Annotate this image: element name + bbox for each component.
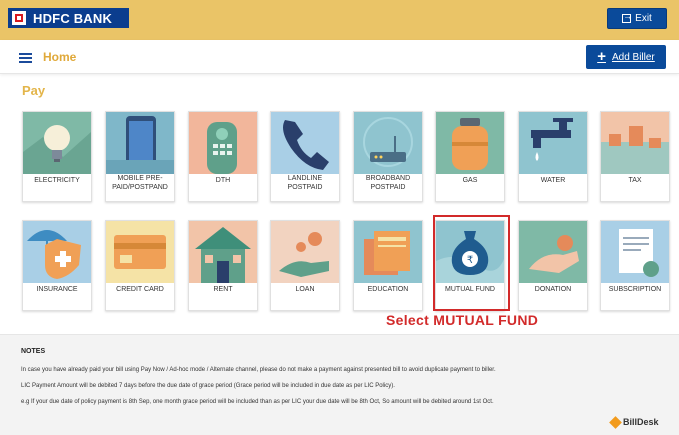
umbrella-shield-icon: [23, 221, 91, 283]
plus-icon: +: [597, 48, 606, 65]
biller-tile-label: TAX: [601, 176, 669, 185]
exit-label: Exit: [635, 13, 652, 24]
billdesk-brand: BillDesk: [623, 417, 659, 427]
credit-card-icon: [106, 221, 174, 283]
biller-tile-label-line: POSTPAID: [370, 184, 406, 191]
biller-tile[interactable]: DONATION: [518, 220, 588, 311]
section-title: Pay: [22, 83, 46, 98]
exit-icon: [622, 11, 632, 23]
gas-cylinder-icon: [436, 112, 504, 174]
biller-tile-label: LOAN: [271, 285, 339, 294]
biller-tile-label: WATER: [519, 176, 587, 185]
router-icon: [354, 112, 422, 174]
biller-tile-label-line: DONATION: [534, 286, 572, 293]
biller-tile-label-line: MOBILE PRE-: [117, 175, 163, 182]
tax-icon: [601, 112, 669, 174]
page-title: Home: [43, 50, 77, 64]
biller-tile-label-line: PAID/POSTPAND: [112, 184, 168, 191]
note-line: In case you have already paid your bill …: [21, 367, 496, 373]
biller-tile-label-line: SUBSCRIPTION: [608, 286, 662, 293]
biller-tile-label: MOBILE PRE- PAID/POSTPAND: [106, 174, 174, 192]
mutual-fund-highlight-box: [433, 215, 510, 311]
biller-tile[interactable]: WATER: [518, 111, 588, 202]
donation-hand-icon: [519, 221, 587, 283]
biller-tile-label-line: BROADBAND: [365, 175, 411, 182]
biller-tile-label: DONATION: [519, 285, 587, 294]
biller-tile[interactable]: ELECTRICITY: [22, 111, 92, 202]
annotation-text: Select MUTUAL FUND: [386, 312, 539, 328]
biller-tile[interactable]: GAS: [435, 111, 505, 202]
biller-tile-label: RENT: [189, 285, 257, 294]
biller-tile[interactable]: MOBILE PRE- PAID/POSTPAND: [105, 111, 175, 202]
hdfc-logo[interactable]: HDFC BANK: [8, 8, 129, 28]
biller-tile-label: INSURANCE: [23, 285, 91, 294]
biller-tile[interactable]: TAX: [600, 111, 670, 202]
house-icon: [189, 221, 257, 283]
note-line: e.g If your due date of policy payment i…: [21, 399, 494, 405]
biller-tile[interactable]: INSURANCE: [22, 220, 92, 311]
biller-tile-label: CREDIT CARD: [106, 285, 174, 294]
biller-tile-label: LANDLINE POSTPAID: [271, 174, 339, 192]
menu-icon[interactable]: [19, 53, 32, 63]
biller-tile[interactable]: SUBSCRIPTION: [600, 220, 670, 311]
biller-tile-label-line: LANDLINE: [287, 175, 323, 182]
biller-tile-label-line: RENT: [213, 286, 233, 293]
bank-name: HDFC BANK: [33, 10, 113, 26]
biller-tile[interactable]: CREDIT CARD: [105, 220, 175, 311]
biller-tile-label: SUBSCRIPTION: [601, 285, 669, 294]
biller-tile[interactable]: DTH: [188, 111, 258, 202]
biller-tile-label-line: INSURANCE: [36, 286, 78, 293]
notes-title: NOTES: [21, 348, 46, 355]
biller-tile-label-line: EDUCATION: [367, 286, 409, 293]
biller-tile-label-line: CREDIT CARD: [116, 286, 164, 293]
billdesk-icon: [609, 415, 622, 429]
telephone-icon: [271, 112, 339, 174]
biller-tile[interactable]: BROADBAND POSTPAID: [353, 111, 423, 202]
biller-tile-label-line: POSTPAID: [287, 184, 323, 191]
notes-panel: NOTES In case you have already paid your…: [0, 334, 679, 435]
coins-hand-icon: [271, 221, 339, 283]
biller-tile[interactable]: EDUCATION: [353, 220, 423, 311]
biller-tile-label-line: DTH: [215, 177, 231, 184]
page-header: Home: [0, 40, 679, 74]
bulb-icon: [23, 112, 91, 174]
biller-tile-label-line: GAS: [462, 177, 478, 184]
biller-tile-label: EDUCATION: [354, 285, 422, 294]
biller-tile-label-line: ELECTRICITY: [34, 177, 80, 184]
subscription-icon: [601, 221, 669, 283]
tap-icon: [519, 112, 587, 174]
mobile-icon: [106, 112, 174, 174]
biller-tile-label-line: WATER: [540, 177, 566, 184]
hdfc-logo-icon: [12, 11, 26, 25]
books-icon: [354, 221, 422, 283]
biller-tile-label: DTH: [189, 176, 257, 185]
top-bar: HDFC BANK Exit: [0, 0, 679, 40]
biller-tile-label-line: LOAN: [295, 286, 315, 293]
add-biller-label: Add Biller: [611, 51, 655, 63]
note-line: LIC Payment Amount will be debited 7 day…: [21, 383, 395, 389]
add-biller-button[interactable]: + Add Biller: [586, 45, 666, 69]
remote-icon: [189, 112, 257, 174]
biller-tile[interactable]: LOAN: [270, 220, 340, 311]
biller-tile-label: ELECTRICITY: [23, 176, 91, 185]
exit-button[interactable]: Exit: [607, 8, 667, 29]
biller-tile-label-line: TAX: [628, 177, 642, 184]
billdesk-logo: BillDesk: [609, 415, 659, 429]
biller-tile[interactable]: RENT: [188, 220, 258, 311]
biller-tile-label: GAS: [436, 176, 504, 185]
biller-tile[interactable]: LANDLINE POSTPAID: [270, 111, 340, 202]
biller-tile-label: BROADBAND POSTPAID: [354, 174, 422, 192]
